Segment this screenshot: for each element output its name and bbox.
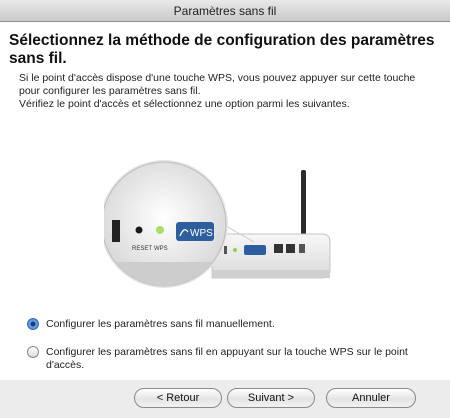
dialog-content: Sélectionnez la méthode de configuration…	[0, 22, 450, 380]
window-title: Paramètres sans fil	[0, 0, 450, 22]
back-button[interactable]: < Retour	[134, 388, 222, 408]
next-button[interactable]: Suivant >	[227, 388, 315, 408]
radio-wps[interactable]	[27, 346, 39, 358]
page-title: Sélectionnez la méthode de configuration…	[9, 32, 435, 67]
router-antenna-icon	[301, 170, 306, 240]
description-line-2: Vérifiez le point d'accès et sélectionne…	[19, 98, 350, 110]
router-icon	[211, 233, 331, 279]
access-point-illustration: WPS RESET WPS	[104, 160, 331, 288]
wps-label: WPS	[154, 246, 168, 252]
reset-label: RESET	[132, 246, 152, 252]
cancel-button[interactable]: Annuler	[326, 388, 416, 408]
option-wps-label: Configurer les paramètres sans fil en ap…	[46, 346, 408, 371]
wps-button-label: WPS	[190, 228, 213, 239]
option-manual-label: Configurer les paramètres sans fil manue…	[46, 318, 275, 330]
description: Si le point d'accès dispose d'une touche…	[19, 72, 439, 111]
description-line-1: Si le point d'accès dispose d'une touche…	[19, 72, 416, 97]
radio-manual[interactable]	[27, 318, 39, 330]
